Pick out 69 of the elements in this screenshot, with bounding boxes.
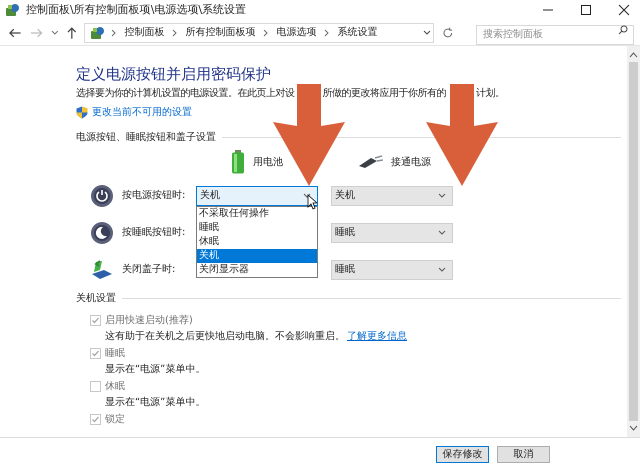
laptop-lid-icon	[90, 258, 114, 282]
checkbox-label: 锁定	[105, 412, 125, 426]
battery-icon	[231, 150, 245, 174]
back-arrow-icon[interactable]	[8, 26, 22, 38]
breadcrumb-item[interactable]: 控制面板	[122, 25, 166, 40]
learn-more-link[interactable]: 了解更多信息	[347, 329, 407, 344]
chevron-right-icon	[111, 28, 116, 36]
dropdown-option[interactable]: 休眠	[197, 234, 317, 248]
breadcrumb-item[interactable]: 所有控制面板项	[183, 25, 258, 40]
address-bar[interactable]: 控制面板 所有控制面板项 电源选项 系统设置	[84, 22, 434, 42]
checkbox[interactable]	[90, 348, 101, 358]
control-panel-icon	[4, 2, 20, 18]
refresh-icon[interactable]	[442, 26, 454, 38]
row-label: 按睡眠按钮时:	[122, 226, 186, 240]
chevron-down-icon	[438, 267, 446, 272]
dropdown-option[interactable]: 睡眠	[197, 220, 317, 234]
row-label: 关闭盖子时:	[122, 262, 176, 277]
chevron-right-icon	[324, 28, 330, 36]
breadcrumb-item[interactable]: 系统设置	[335, 25, 380, 40]
plugged-in-dropdown[interactable]: 睡眠	[331, 222, 453, 242]
option-description: 这有助于在关机之后更快地启动电脑。不会影响重启。	[105, 330, 345, 344]
row-label: 按电源按钮时:	[122, 188, 186, 203]
option-description: 显示在“电源”菜单中。	[105, 396, 206, 410]
chevron-down-icon[interactable]	[51, 30, 59, 36]
checkbox-label: 睡眠	[105, 346, 125, 360]
chevron-right-icon	[172, 28, 178, 36]
checkbox-label: 休眠	[105, 380, 125, 394]
up-arrow-icon[interactable]	[66, 26, 76, 38]
battery-dropdown[interactable]: 关机	[196, 186, 318, 206]
column-label: 接通电源	[391, 156, 431, 170]
close-icon[interactable]	[618, 4, 630, 16]
chevron-down-icon	[438, 193, 446, 198]
page-heading: 定义电源按钮并启用密码保护	[76, 64, 272, 84]
shield-icon	[76, 106, 88, 119]
dropdown-option[interactable]: 关机	[197, 248, 317, 262]
option-description: 显示在“电源”菜单中。	[105, 362, 206, 377]
dialog-button[interactable]: 保存修改	[436, 446, 489, 463]
settings-link[interactable]: 更改当前不可用的设置	[92, 105, 192, 120]
dropdown-option[interactable]: 不采取任何操作	[197, 206, 317, 220]
breadcrumb-item[interactable]: 电源选项	[274, 25, 318, 40]
checkbox[interactable]	[90, 380, 101, 392]
maximize-icon[interactable]	[580, 4, 592, 16]
scroll-up-icon	[629, 52, 638, 58]
column-label: 用电池	[253, 156, 283, 170]
checkbox[interactable]	[90, 414, 101, 424]
description-text: 选择要为你的计算机设置的电源设置。在此页上对设	[76, 87, 294, 101]
dialog-button[interactable]: 取消	[497, 446, 550, 463]
dropdown-option[interactable]: 关闭显示器	[197, 262, 317, 276]
chevron-right-icon	[263, 28, 268, 36]
window-title: 控制面板\所有控制面板项\电源选项\系统设置	[26, 2, 246, 18]
power-button-icon	[90, 184, 114, 208]
search-icon	[618, 25, 628, 36]
scrollbar-thumb[interactable]	[629, 62, 638, 421]
moon-icon	[90, 220, 114, 244]
checkbox[interactable]	[90, 314, 101, 326]
section-title: 电源按钮、睡眠按钮和盖子设置	[76, 130, 216, 145]
description-text: 计划。	[476, 87, 504, 101]
plugged-in-dropdown[interactable]: 睡眠	[331, 260, 453, 280]
scrollbar[interactable]	[627, 46, 640, 437]
search-field[interactable]: 搜索控制面板	[476, 24, 634, 45]
chevron-down-icon	[438, 230, 446, 235]
scroll-down-icon	[629, 425, 638, 431]
plug-icon	[357, 155, 383, 169]
section-title: 关机设置	[76, 292, 116, 306]
chevron-down-icon[interactable]	[423, 30, 432, 36]
control-panel-icon	[89, 24, 106, 40]
checkbox-label: 启用快速启动(推荐)	[105, 314, 193, 328]
plugged-in-dropdown[interactable]: 关机	[331, 186, 453, 206]
description-text: 所做的更改将应用于你所有的	[322, 87, 446, 101]
